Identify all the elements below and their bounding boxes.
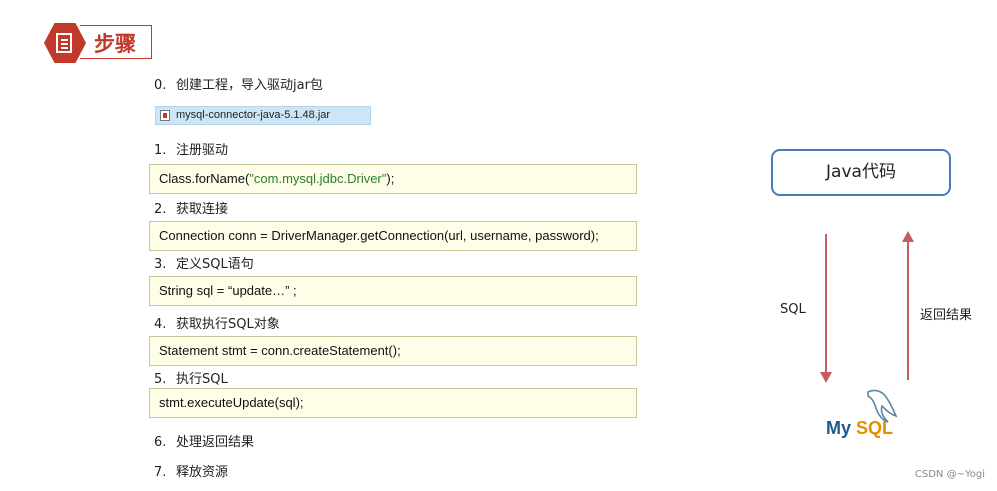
result-arrow-label: 返回结果 [920, 308, 973, 323]
watermark: CSDN @~Yogi [914, 469, 985, 480]
result-arrow-head [902, 231, 914, 242]
mysql-logo: My SQL [826, 389, 898, 438]
svg-text:SQL: SQL [856, 418, 893, 438]
svg-text:My: My [826, 418, 851, 438]
sql-arrow-label: SQL [780, 302, 806, 317]
sql-arrow-head [820, 372, 832, 383]
